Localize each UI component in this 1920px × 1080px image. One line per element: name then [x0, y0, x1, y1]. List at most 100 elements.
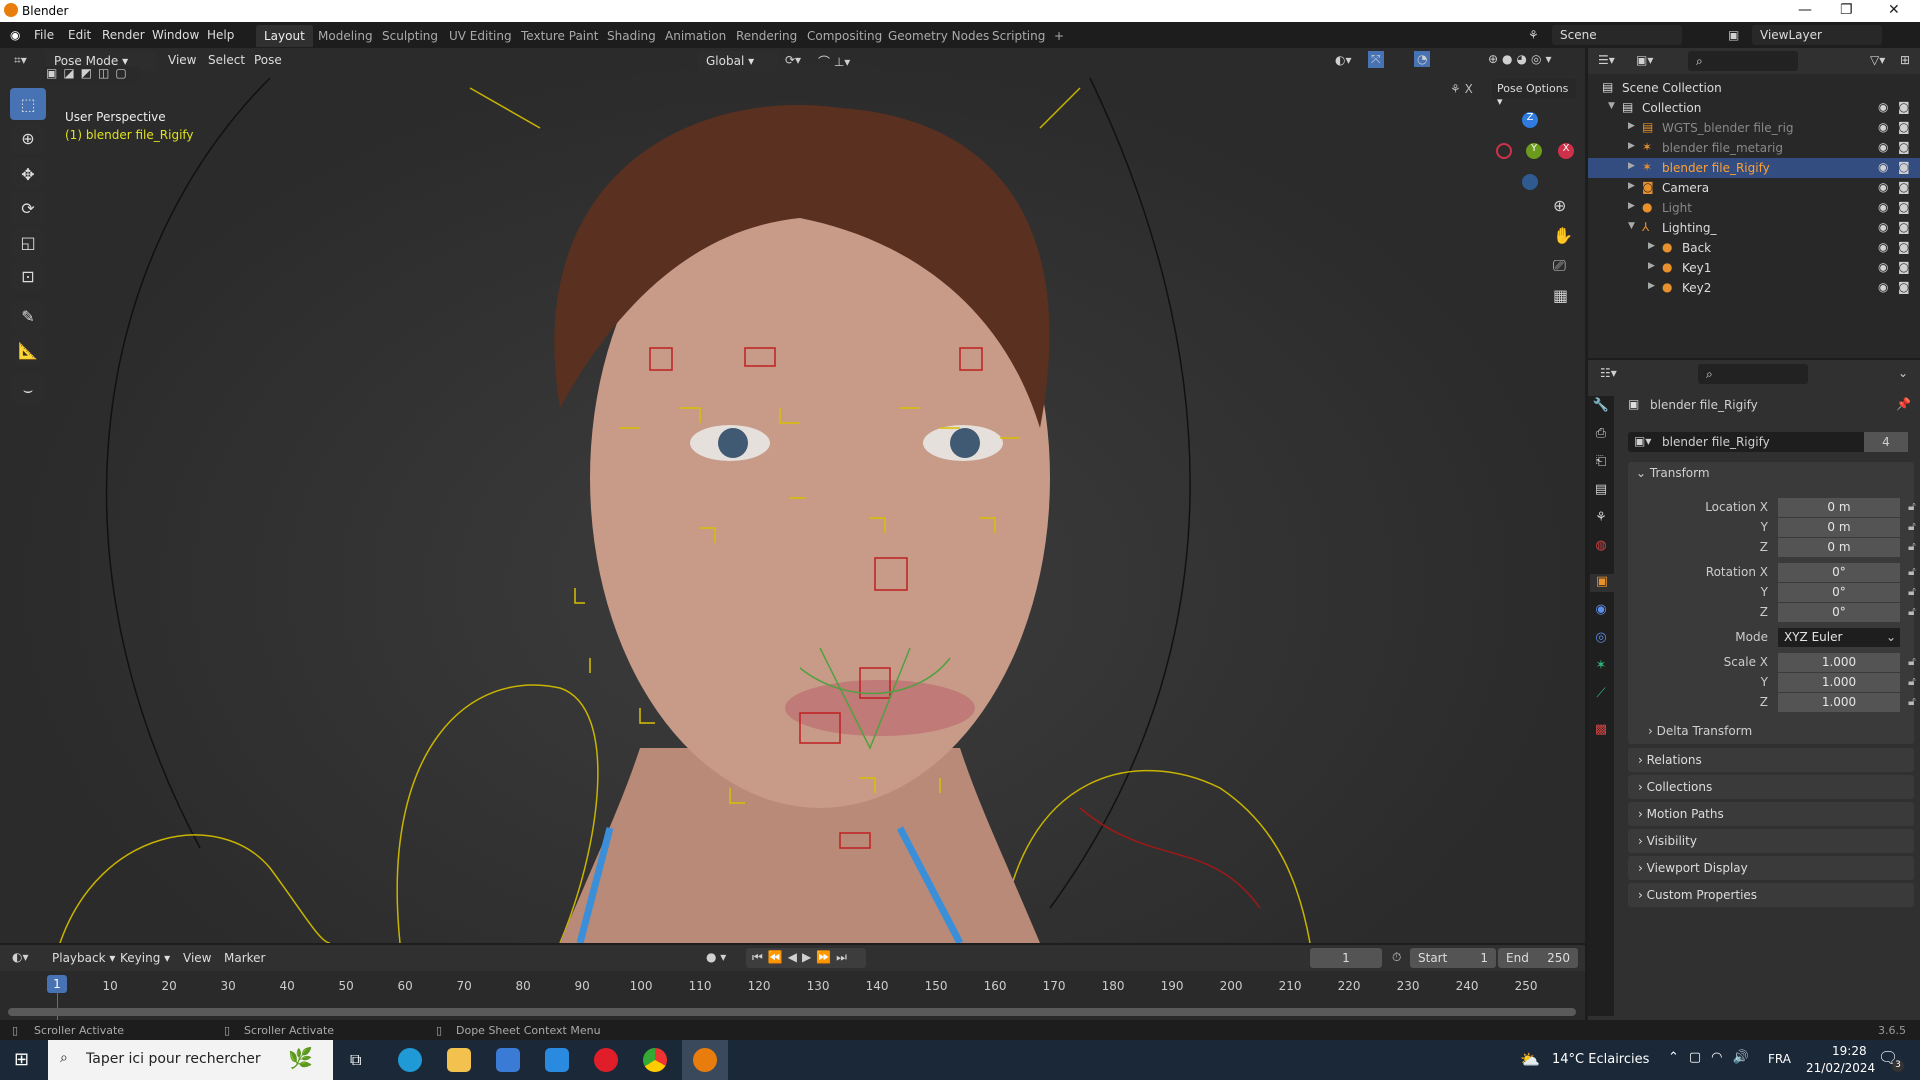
- transform-value-field[interactable]: 1.000: [1778, 653, 1900, 672]
- lock-icon[interactable]: 🔓︎: [1908, 654, 1916, 669]
- add-workspace-button[interactable]: +: [1046, 25, 1072, 47]
- expand-right-icon[interactable]: ▶: [1648, 261, 1655, 271]
- language-indicator[interactable]: FRA: [1768, 1052, 1791, 1066]
- lock-icon[interactable]: 🔓︎: [1908, 564, 1916, 579]
- expand-right-icon[interactable]: ▶: [1628, 181, 1635, 191]
- transform-panel-header[interactable]: ⌄ Transform: [1636, 466, 1710, 480]
- menu-playback[interactable]: Playback ▾: [52, 951, 115, 965]
- expand-right-icon[interactable]: ▶: [1628, 201, 1635, 211]
- task-view-icon[interactable]: ⧉: [350, 1050, 361, 1070]
- user-count[interactable]: 4: [1864, 432, 1908, 452]
- view-layer-tab-icon[interactable]: ▤: [1592, 482, 1610, 500]
- transform-tool-icon[interactable]: ⊡: [10, 260, 46, 292]
- start-frame-field[interactable]: Start 1: [1410, 948, 1496, 968]
- panel-custom-properties[interactable]: › Custom Properties: [1628, 883, 1914, 907]
- rotation-mode-dropdown[interactable]: XYZ Euler: [1778, 628, 1900, 647]
- snap-icon[interactable]: ⌒ ⊥▾: [818, 53, 850, 70]
- select-mode-buttons[interactable]: ▣◪◩◫▢: [42, 66, 140, 84]
- outliner-row[interactable]: ▶ ● Key1 ◉ ◙: [1588, 258, 1920, 278]
- gizmo-y-axis[interactable]: Y: [1526, 143, 1542, 159]
- tool-tab-icon[interactable]: 🔧: [1592, 398, 1610, 416]
- clock-time[interactable]: 19:28: [1832, 1044, 1867, 1058]
- tab-uv-editing[interactable]: UV Editing: [441, 25, 520, 47]
- ortho-grid-icon[interactable]: ▦: [1553, 286, 1568, 305]
- eye-icon[interactable]: ◉: [1878, 140, 1888, 154]
- panel-relations[interactable]: › Relations: [1628, 748, 1914, 772]
- menu-view[interactable]: View: [168, 53, 196, 67]
- menu-render[interactable]: Render: [102, 28, 145, 42]
- transform-value-field[interactable]: 0 m: [1778, 538, 1900, 557]
- expand-right-icon[interactable]: ▶: [1628, 121, 1635, 131]
- eye-icon[interactable]: ◉: [1878, 180, 1888, 194]
- filter-icon[interactable]: ▽▾: [1870, 53, 1885, 67]
- outliner-row[interactable]: ▼ ⅄ Lighting_ ◉ ◙: [1588, 218, 1920, 238]
- pose-options-dropdown[interactable]: Pose Options ▾: [1492, 79, 1576, 108]
- eye-icon[interactable]: ◉: [1878, 200, 1888, 214]
- tab-texture-paint[interactable]: Texture Paint: [513, 25, 606, 47]
- delta-transform-subpanel[interactable]: › Delta Transform: [1648, 724, 1752, 738]
- playback-controls[interactable]: ⏮⏪◀▶⏩⏭: [746, 948, 866, 968]
- outliner-row[interactable]: ▶ ● Key2 ◉ ◙: [1588, 278, 1920, 298]
- pose-x-mirror-icon[interactable]: ⚘ X: [1450, 82, 1473, 96]
- tab-sculpting[interactable]: Sculpting: [374, 25, 446, 47]
- lock-icon[interactable]: 🔓︎: [1908, 604, 1916, 619]
- annotate-tool-icon[interactable]: ✎: [10, 300, 46, 332]
- store-icon[interactable]: [496, 1048, 520, 1072]
- outliner-row[interactable]: ▶ ◙ Camera ◉ ◙: [1588, 178, 1920, 198]
- datablock-field[interactable]: ▣▾ blender file_Rigify 4: [1628, 432, 1908, 452]
- stopwatch-icon[interactable]: ⏱: [1392, 950, 1401, 965]
- armature-data-tab-icon[interactable]: ✶: [1592, 658, 1610, 676]
- menu-edit[interactable]: Edit: [68, 28, 91, 42]
- render-camera-icon[interactable]: ◙: [1898, 240, 1910, 254]
- expand-right-icon[interactable]: ▶: [1648, 241, 1655, 251]
- gizmo-x-axis[interactable]: X: [1558, 143, 1574, 159]
- scene-icon[interactable]: ⚘: [1528, 28, 1539, 42]
- move-tool-icon[interactable]: ✥: [10, 158, 46, 190]
- render-camera-icon[interactable]: ◙: [1898, 200, 1910, 214]
- select-box-tool-icon[interactable]: ⬚: [10, 88, 46, 120]
- opera-icon[interactable]: [594, 1048, 618, 1072]
- camera-view-icon[interactable]: ⎚: [1553, 256, 1566, 276]
- expand-right-icon[interactable]: ▶: [1628, 161, 1635, 171]
- outliner-row[interactable]: ▶ ● Light ◉ ◙: [1588, 198, 1920, 218]
- tab-compositing[interactable]: Compositing: [799, 25, 890, 47]
- render-camera-icon[interactable]: ◙: [1898, 180, 1910, 194]
- playhead[interactable]: 1: [47, 975, 67, 993]
- system-tray-icons[interactable]: ⌃▢◠🔊: [1668, 1050, 1759, 1065]
- properties-editor-type-icon[interactable]: ☷▾: [1600, 366, 1617, 380]
- properties-search-input[interactable]: ⌕: [1698, 364, 1808, 384]
- expand-down-icon[interactable]: ▼: [1608, 101, 1615, 111]
- gizmo-toggle-icon[interactable]: ⤧: [1368, 51, 1384, 68]
- menu-keying[interactable]: Keying ▾: [120, 951, 170, 965]
- outliner-display-mode-icon[interactable]: ☰▾: [1598, 53, 1615, 67]
- transform-value-field[interactable]: 1.000: [1778, 673, 1900, 692]
- render-camera-icon[interactable]: ◙: [1898, 120, 1910, 134]
- overlay-toggle-icon[interactable]: ◔: [1414, 51, 1431, 67]
- expand-right-icon[interactable]: ▶: [1648, 281, 1655, 291]
- current-frame-field[interactable]: 1: [1310, 948, 1382, 968]
- eye-icon[interactable]: ◉: [1878, 160, 1888, 174]
- measure-tool-icon[interactable]: 📐: [10, 334, 46, 366]
- gizmo-z-axis[interactable]: Z: [1522, 112, 1538, 128]
- taskbar-search-box[interactable]: ⌕ Taper ici pour rechercher 🌿: [48, 1040, 333, 1080]
- timeline-scrollbar[interactable]: [8, 1008, 1576, 1016]
- gizmo-neg-z[interactable]: [1522, 174, 1538, 190]
- close-button[interactable]: ✕: [1888, 2, 1900, 18]
- weather-label[interactable]: 14°C Eclaircies: [1552, 1052, 1649, 1067]
- texture-tab-icon[interactable]: ▩: [1592, 722, 1610, 740]
- file-explorer-icon[interactable]: [447, 1048, 471, 1072]
- editor-type-icon[interactable]: ⌗▾: [14, 53, 27, 68]
- tab-scripting[interactable]: Scripting: [984, 25, 1053, 47]
- transform-orientation-selector[interactable]: Global ▾: [698, 51, 778, 71]
- tab-rendering[interactable]: Rendering: [728, 25, 805, 47]
- blender-menu-icon[interactable]: ◉: [10, 28, 20, 42]
- menu-marker[interactable]: Marker: [224, 951, 265, 965]
- render-camera-icon[interactable]: ◙: [1898, 160, 1910, 174]
- cursor-tool-icon[interactable]: ⊕: [10, 122, 46, 154]
- view-layer-selector[interactable]: ViewLayer: [1752, 25, 1882, 45]
- world-tab-icon[interactable]: ◍: [1592, 538, 1610, 556]
- outliner-row[interactable]: ▼ ▤ Collection ◉ ◙: [1588, 98, 1920, 118]
- timeline-editor-type-icon[interactable]: ◐▾: [12, 950, 29, 964]
- transform-value-field[interactable]: 0°: [1778, 583, 1900, 602]
- clock-date[interactable]: 21/02/2024: [1806, 1061, 1875, 1075]
